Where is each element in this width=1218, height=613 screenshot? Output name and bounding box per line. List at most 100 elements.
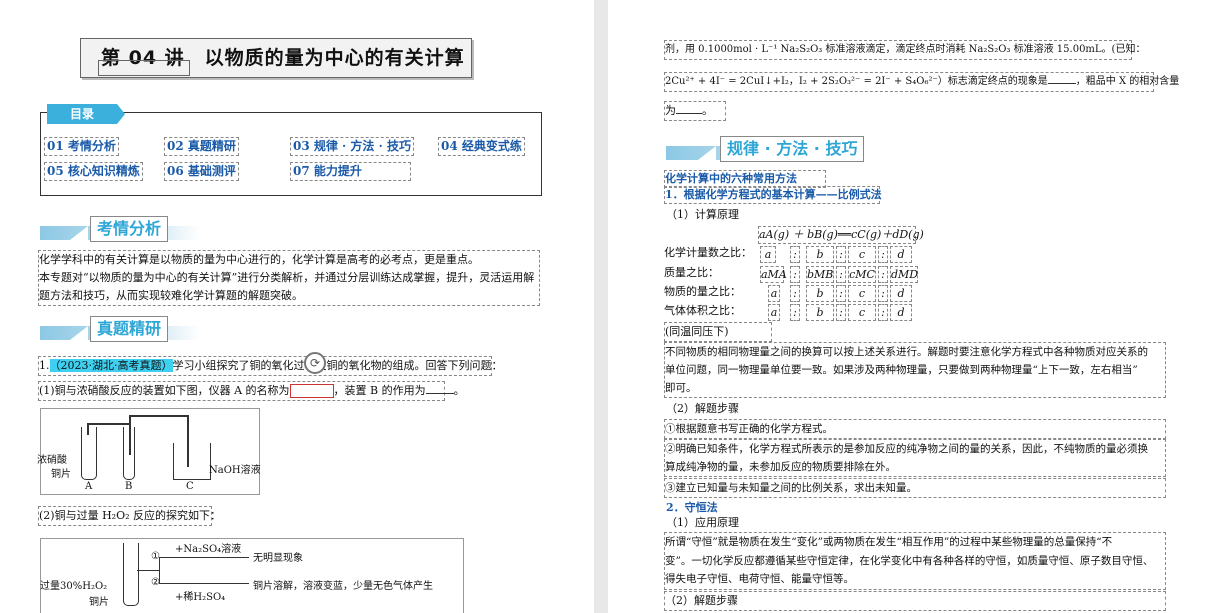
ratio-1-sep-1: :	[790, 246, 800, 263]
label-naoh: NaOH溶液	[209, 465, 261, 476]
intro-block: 化学学科中的有关计算是以物质的量为中心进行的，化学计算是高考的必考点，更是重点。…	[38, 250, 540, 306]
ratio-4-c: c	[848, 304, 876, 321]
beaker-c	[173, 443, 211, 480]
ratio-4-a: a	[768, 304, 780, 321]
ratio-4-sep-2: :	[836, 304, 846, 321]
step1-number: ①	[151, 551, 160, 562]
top-line-2: 2Cu²⁺ + 4I⁻ = 2CuI↓+I₂，I₂ + 2S₂O₃²⁻ = 2I…	[664, 72, 1179, 92]
label-a: A	[85, 481, 93, 492]
intro-line-3: 题方法和技巧，从而实现较难化学计算题的解题突破。	[39, 289, 303, 302]
ratio-label-4: 气体体积之比：	[664, 304, 741, 317]
step1-result: 无明显现象	[253, 553, 303, 564]
label-copper-2: 铜片	[89, 597, 109, 608]
ratio-2-a: aMA	[760, 266, 787, 283]
toc-item-6[interactable]: 06 基础测评	[164, 162, 239, 181]
q1-part1: (1)铜与浓硝酸反应的装置如下图，仪器 A 的名称为 ，装置 B 的作用为 。	[38, 381, 465, 401]
q1-part1-end: 。	[453, 384, 465, 397]
ratio-3-b: b	[806, 285, 834, 302]
step-1: ①根据题意书写正确的化学方程式。	[664, 419, 1166, 439]
q1-part1-text: (1)铜与浓硝酸反应的装置如下图，仪器 A 的名称为	[39, 384, 290, 397]
toc-item-5[interactable]: 05 核心知识精炼	[44, 162, 143, 181]
top-line-3: 为。	[664, 101, 726, 121]
method-2-sub1: （1）应用原理	[666, 516, 739, 529]
section-title-analysis: 考情分析	[90, 216, 169, 242]
same-tp-note: (同温同压下)	[664, 322, 772, 342]
section-notch-2	[70, 326, 88, 340]
para-2: 所谓“守恒”就是物质在发生“变化”或两物质在发生“相互作用”的过程中某些物理量的…	[664, 532, 1166, 590]
section-title-exam: 真题精研	[90, 316, 169, 342]
step-2-line-2: 算成纯净物的量，未参加反应的物质要排除在外。	[665, 461, 896, 473]
toc-item-1[interactable]: 01 考情分析	[44, 137, 119, 156]
ratio-1-a: a	[760, 246, 776, 263]
step-2: ②明确已知条件，化学方程式所表示的是参加反应的纯净物之间的量的关系，因此，不纯物…	[664, 439, 1166, 477]
step1-reagent: +Na₂SO₄溶液	[175, 544, 242, 555]
ratio-4-sep-3: :	[878, 304, 888, 321]
answer-blank-c[interactable]	[1047, 83, 1076, 84]
branch-top	[159, 557, 249, 558]
ratio-label-1: 化学计量数之比：	[664, 246, 752, 259]
q1-number: 1.	[39, 359, 50, 372]
question-1-stem: 1.（2023·湖北·高考真题）学习小组探究了铜的氧化过程及铜的氧化物的组成。回…	[38, 356, 503, 376]
method-1-heading: 1．根据化学方程式的基本计算——比例式法	[664, 186, 882, 204]
ratio-4-d: d	[890, 304, 912, 321]
top-line-2-text: 2Cu²⁺ + 4I⁻ = 2CuI↓+I₂，I₂ + 2S₂O₃²⁻ = 2I…	[665, 76, 1048, 87]
intro-line-1: 化学学科中的有关计算是以物质的量为中心进行的，化学计算是高考的必考点，更是重点。	[39, 253, 479, 266]
answer-blank-b[interactable]	[425, 393, 454, 394]
intro-line-2: 本专题对“以物质的量为中心的有关计算”进行分类解析，并通过分层训练达成掌握，提升…	[39, 271, 535, 284]
ratio-1-b: b	[806, 246, 834, 263]
ratio-4-sep-1: :	[790, 304, 800, 321]
section-notch-3	[698, 146, 716, 160]
ratio-1-d: d	[890, 246, 912, 263]
ratio-3-c: c	[848, 285, 876, 302]
apparatus-diagram: 浓硝酸 铜片 NaOH溶液 A B C	[37, 408, 261, 495]
branch-bottom	[159, 583, 249, 584]
toc-item-3[interactable]: 03 规律 · 方法 · 技巧	[290, 137, 414, 156]
reload-icon[interactable]: ⟳	[304, 352, 326, 374]
pipe-3	[129, 415, 131, 455]
para-1-line-1: 不同物质的相同物理量之间的换算可以按上述关系进行。解题时要注意化学方程式中各种物…	[665, 346, 1148, 358]
top-line-3-text: 为	[665, 104, 676, 117]
left-page: 第 04 讲 以物质的量为中心的有关计算 目录 01 考情分析 02 真题精研 …	[0, 0, 594, 613]
step2-number: ②	[151, 577, 160, 588]
toc-item-4[interactable]: 04 经典变式练	[438, 137, 525, 156]
ratio-3-sep-3: :	[878, 285, 888, 302]
q1-text: 学习小组探究了铜的氧化过程及铜的氧化物的组成。回答下列问题：	[172, 359, 503, 372]
step2-reagent: +稀H₂SO₄	[175, 592, 226, 603]
label-c: C	[186, 481, 194, 492]
label-b: B	[125, 481, 133, 492]
q1-part2: (2)铜与过量 H₂O₂ 反应的探究如下：	[38, 506, 221, 526]
pipe-4	[129, 415, 187, 417]
q1-source-badge: （2023·湖北·高考真题）	[49, 359, 173, 372]
method-1-sub2: （2）解题步骤	[666, 402, 739, 415]
method-2-sub2: （2）解题步骤	[664, 591, 1166, 611]
step2-result: 铜片溶解，溶液变蓝，少量无色气体产生	[253, 581, 433, 592]
toc-tag: 目录	[47, 104, 125, 124]
toc-item-2[interactable]: 02 真题精研	[164, 137, 239, 156]
step-2-line-1: ②明确已知条件，化学方程式所表示的是参加反应的纯净物之间的量的关系，因此，不纯物…	[665, 443, 1148, 455]
para-2-line-3: 得失电子守恒、电荷守恒、能量守恒等。	[665, 573, 854, 585]
ratio-1-sep-2: :	[836, 246, 846, 263]
ratio-2-b: bMB	[806, 266, 834, 283]
ratio-1-sep-3: :	[878, 246, 888, 263]
ratio-2-sep-2: :	[836, 266, 846, 283]
section-title-methods: 规律 · 方法 · 技巧	[720, 136, 865, 162]
answer-blank-d[interactable]	[676, 113, 702, 114]
branch-stem	[137, 570, 159, 571]
answer-blank-a[interactable]	[289, 384, 334, 398]
label-copper: 铜片	[51, 469, 71, 480]
ratio-2-sep-3: :	[878, 266, 888, 283]
test-tube	[123, 543, 139, 606]
right-page: 剂，用 0.1000mol · L⁻¹ Na₂S₂O₃ 标准溶液滴定，滴定终点时…	[608, 0, 1218, 613]
flask-a	[81, 427, 97, 480]
toc-item-7[interactable]: 07 能力提升	[290, 162, 411, 181]
ratio-label-3: 物质的量之比：	[664, 285, 741, 298]
para-2-line-2: 变”。一切化学反应都遵循某些守恒定律，在化学变化中有各种各样的守恒，如质量守恒、…	[665, 554, 1154, 567]
ratio-3-d: d	[890, 285, 912, 302]
ratio-2-d: dMD	[890, 266, 919, 283]
ratio-3-sep-2: :	[836, 285, 846, 302]
ratio-2-c: cMC	[848, 266, 876, 283]
ratio-label-2: 质量之比：	[664, 266, 719, 279]
ratio-1-c: c	[848, 246, 876, 263]
para-1-line-2: 单位问题，同一物理量单位要一致。如果涉及两种物理量，只要做到两种物理量“上下一致…	[665, 364, 1138, 376]
pipe-5	[187, 415, 189, 467]
